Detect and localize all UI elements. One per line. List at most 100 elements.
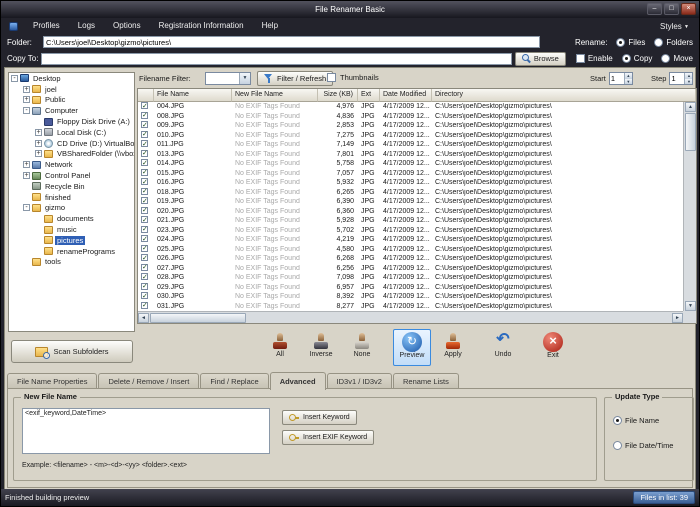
rename-radio-folders[interactable] bbox=[654, 38, 663, 47]
menu-item-help[interactable]: Help bbox=[253, 18, 287, 34]
menu-item-logs[interactable]: Logs bbox=[69, 18, 104, 34]
copy-mode-option-move[interactable]: Move bbox=[661, 54, 693, 63]
table-row[interactable]: 026.JPGNo EXIF Tags Found6,268JPG4/17/20… bbox=[138, 254, 683, 264]
spinner-arrows-icon[interactable]: ▲▼ bbox=[684, 73, 692, 84]
expand-icon[interactable]: + bbox=[23, 172, 30, 179]
step-stepper[interactable]: ▲▼ bbox=[669, 72, 693, 85]
enable-toggle[interactable]: Enable bbox=[576, 54, 613, 63]
column-ext[interactable]: Ext bbox=[358, 89, 380, 102]
start-input[interactable] bbox=[610, 73, 624, 84]
filename-filter-combo[interactable]: ▼ bbox=[205, 72, 251, 85]
table-row[interactable]: 027.JPGNo EXIF Tags Found6,256JPG4/17/20… bbox=[138, 264, 683, 274]
row-checkbox[interactable] bbox=[141, 235, 148, 242]
table-row[interactable]: 014.JPGNo EXIF Tags Found5,758JPG4/17/20… bbox=[138, 159, 683, 169]
new-file-name-pattern-input[interactable]: <exif_keyword,DateTime> bbox=[22, 408, 270, 454]
table-row[interactable]: 019.JPGNo EXIF Tags Found6,390JPG4/17/20… bbox=[138, 197, 683, 207]
thumbnails-checkbox[interactable] bbox=[327, 73, 336, 82]
table-row[interactable]: 018.JPGNo EXIF Tags Found6,265JPG4/17/20… bbox=[138, 188, 683, 198]
tab-advanced[interactable]: Advanced bbox=[270, 372, 326, 390]
row-checkbox[interactable] bbox=[141, 169, 148, 176]
update-type-option-file-name[interactable]: File Name bbox=[613, 416, 673, 425]
tab-file-name-properties[interactable]: File Name Properties bbox=[7, 373, 97, 389]
tree-item-joel[interactable]: +joel bbox=[9, 84, 134, 95]
table-row[interactable]: 008.JPGNo EXIF Tags Found4,836JPG4/17/20… bbox=[138, 112, 683, 122]
expand-icon[interactable]: + bbox=[23, 161, 30, 168]
column-file-name[interactable]: File Name bbox=[154, 89, 232, 102]
start-stepper[interactable]: ▲▼ bbox=[609, 72, 633, 85]
file-list-table[interactable]: File NameNew File NameSize (KB)ExtDate M… bbox=[137, 88, 697, 324]
apply-button[interactable]: Apply bbox=[434, 329, 472, 366]
insert-keyword-button[interactable]: Insert Keyword bbox=[282, 410, 357, 425]
undo-button[interactable]: Undo bbox=[484, 329, 522, 366]
update-type-option-file-date-time[interactable]: File Date/Time bbox=[613, 441, 673, 450]
scroll-left-icon[interactable]: ◄ bbox=[138, 313, 149, 323]
menu-item-options[interactable]: Options bbox=[104, 18, 150, 34]
row-checkbox[interactable] bbox=[141, 131, 148, 138]
table-row[interactable]: 028.JPGNo EXIF Tags Found7,098JPG4/17/20… bbox=[138, 273, 683, 283]
scroll-up-icon[interactable]: ▲ bbox=[685, 102, 696, 112]
table-row[interactable]: 004.JPGNo EXIF Tags Found4,976JPG4/17/20… bbox=[138, 102, 683, 112]
column-size-kb[interactable]: Size (KB) bbox=[318, 89, 358, 102]
row-checkbox[interactable] bbox=[141, 264, 148, 271]
row-checkbox[interactable] bbox=[141, 102, 148, 109]
tree-item-finished[interactable]: finished bbox=[9, 192, 134, 203]
row-checkbox[interactable] bbox=[141, 178, 148, 185]
table-row[interactable]: 021.JPGNo EXIF Tags Found5,928JPG4/17/20… bbox=[138, 216, 683, 226]
table-row[interactable]: 011.JPGNo EXIF Tags Found7,149JPG4/17/20… bbox=[138, 140, 683, 150]
thumbnails-toggle[interactable]: Thumbnails bbox=[327, 73, 379, 82]
copy-to-input[interactable] bbox=[41, 53, 512, 65]
menu-item-profiles[interactable]: Profiles bbox=[24, 18, 69, 34]
menu-item-registration-information[interactable]: Registration Information bbox=[150, 18, 253, 34]
row-checkbox[interactable] bbox=[141, 207, 148, 214]
table-body[interactable]: 004.JPGNo EXIF Tags Found4,976JPG4/17/20… bbox=[138, 102, 683, 311]
minimize-button[interactable]: – bbox=[647, 3, 662, 15]
copy-mode-option-copy[interactable]: Copy bbox=[622, 54, 653, 63]
table-row[interactable]: 015.JPGNo EXIF Tags Found7,057JPG4/17/20… bbox=[138, 169, 683, 179]
enable-checkbox[interactable] bbox=[576, 54, 585, 63]
tab-find-replace[interactable]: Find / Replace bbox=[200, 373, 268, 389]
expand-icon[interactable]: + bbox=[23, 96, 30, 103]
tab-rename-lists[interactable]: Rename Lists bbox=[393, 373, 459, 389]
close-button[interactable]: × bbox=[681, 3, 696, 15]
table-row[interactable]: 031.JPGNo EXIF Tags Found8,277JPG4/17/20… bbox=[138, 302, 683, 312]
row-checkbox[interactable] bbox=[141, 245, 148, 252]
tab-id3v1-id3v2[interactable]: ID3v1 / ID3v2 bbox=[327, 373, 392, 389]
rename-option-folders[interactable]: Folders bbox=[654, 38, 693, 47]
expand-icon[interactable]: + bbox=[35, 140, 42, 147]
scroll-down-icon[interactable]: ▼ bbox=[685, 301, 696, 311]
tree-item-renameprograms[interactable]: renamePrograms bbox=[9, 246, 134, 257]
tree-item-cd-drive-d-virtualbox-guest[interactable]: +CD Drive (D:) VirtualBox Guest bbox=[9, 138, 134, 149]
tree-item-tools[interactable]: tools bbox=[9, 257, 134, 268]
scroll-right-icon[interactable]: ► bbox=[672, 313, 683, 323]
tab-delete-remove-insert[interactable]: Delete / Remove / Insert bbox=[98, 373, 199, 389]
row-checkbox[interactable] bbox=[141, 150, 148, 157]
update-type-radio-file-name[interactable] bbox=[613, 416, 622, 425]
styles-menu-button[interactable]: Styles ▼ bbox=[650, 22, 699, 31]
column-new-file-name[interactable]: New File Name bbox=[232, 89, 318, 102]
rename-radio-files[interactable] bbox=[616, 38, 625, 47]
inverse-button[interactable]: Inverse bbox=[302, 329, 340, 366]
tree-item-floppy-disk-drive-a[interactable]: Floppy Disk Drive (A:) bbox=[9, 116, 134, 127]
rename-option-files[interactable]: Files bbox=[616, 38, 645, 47]
column-date-modified[interactable]: Date Modified bbox=[380, 89, 432, 102]
scan-subfolders-button[interactable]: Scan Subfolders bbox=[11, 340, 133, 363]
chevron-down-icon[interactable]: ▼ bbox=[239, 73, 250, 84]
table-row[interactable]: 020.JPGNo EXIF Tags Found6,360JPG4/17/20… bbox=[138, 207, 683, 217]
expand-icon[interactable]: + bbox=[35, 150, 42, 157]
folder-tree[interactable]: -Desktop+joel+Public-ComputerFloppy Disk… bbox=[8, 72, 135, 332]
tree-item-local-disk-c[interactable]: +Local Disk (C:) bbox=[9, 127, 134, 138]
all-button[interactable]: All bbox=[261, 329, 299, 366]
row-checkbox[interactable] bbox=[141, 273, 148, 280]
browse-button[interactable]: Browse bbox=[515, 52, 566, 66]
expand-icon[interactable]: + bbox=[23, 86, 30, 93]
tree-item-documents[interactable]: documents bbox=[9, 213, 134, 224]
vertical-scrollbar[interactable]: ▲ ▼ bbox=[683, 102, 696, 311]
tree-item-network[interactable]: +Network bbox=[9, 159, 134, 170]
collapse-icon[interactable]: - bbox=[11, 75, 18, 82]
tree-item-vbsharedfolder-vboxsvr[interactable]: +VBSharedFolder (\\vboxsvr) ( bbox=[9, 149, 134, 160]
row-checkbox[interactable] bbox=[141, 254, 148, 261]
exit-button[interactable]: Exit bbox=[534, 329, 572, 366]
filter-refresh-button[interactable]: Filter / Refresh bbox=[257, 71, 333, 86]
tree-item-music[interactable]: music bbox=[9, 224, 134, 235]
table-row[interactable]: 029.JPGNo EXIF Tags Found6,957JPG4/17/20… bbox=[138, 283, 683, 293]
